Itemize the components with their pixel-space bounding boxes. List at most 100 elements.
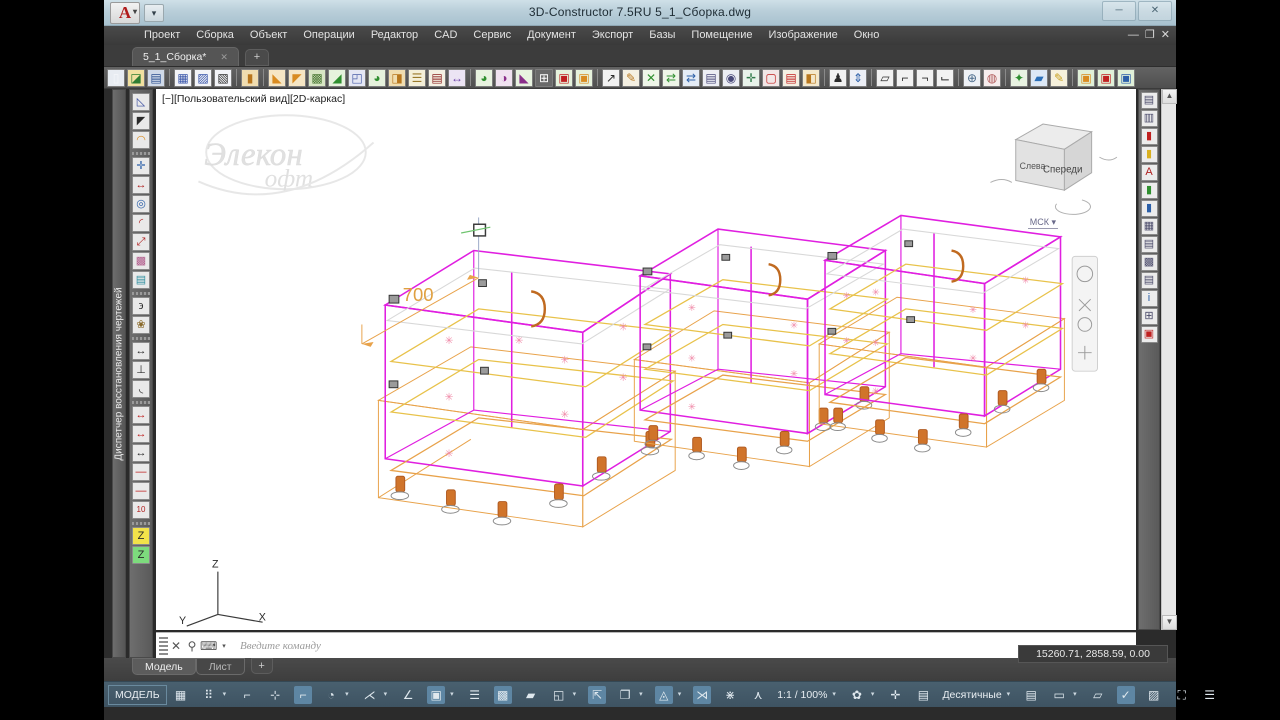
menu-item-8[interactable]: Документ — [519, 26, 584, 45]
quick-dim-1-icon[interactable]: ↔ — [132, 406, 150, 424]
doc-close-button[interactable]: ✕ — [1161, 28, 1170, 42]
chevron-down-icon[interactable]: ▾ — [869, 685, 877, 705]
render-icon[interactable]: ◍ — [983, 68, 1001, 87]
menu-item-3[interactable]: Объект — [242, 26, 295, 45]
command-input[interactable]: Введите команду — [240, 640, 321, 652]
palette-a-icon[interactable]: A — [1140, 164, 1158, 181]
chevron-down-icon[interactable]: ▾ — [1071, 685, 1079, 705]
fillet-icon[interactable]: ◟ — [132, 380, 150, 398]
otrack-toggle[interactable]: ⋌ ▾ — [356, 685, 395, 705]
menu-item-7[interactable]: Сервис — [465, 26, 519, 45]
z-green-icon[interactable]: Z — [132, 546, 150, 564]
frame-green-3-icon[interactable]: ▣ — [1117, 68, 1135, 87]
contour-b-icon[interactable]: ◤ — [288, 68, 306, 87]
tool-grid-icon[interactable]: ⊞ — [1140, 308, 1158, 325]
3d-osnap-toggle[interactable]: ◔ ▾ — [317, 685, 356, 705]
label-10-icon[interactable]: 10 — [132, 501, 150, 519]
magic-wand-icon[interactable]: ✎ — [622, 68, 640, 87]
graphics-perf-icon[interactable]: ▨ — [1140, 685, 1168, 705]
block-insert-icon[interactable]: ❀ — [132, 316, 150, 334]
save-file-icon[interactable]: ▤ — [147, 68, 165, 87]
page-icon[interactable]: ▤ — [702, 68, 720, 87]
menu-item-6[interactable]: CAD — [426, 26, 465, 45]
ucs-selector[interactable]: МСК ▾ — [1027, 217, 1058, 229]
frame-green-1-icon[interactable]: ▣ — [1077, 68, 1095, 87]
blue-cube-icon[interactable]: ▰ — [1030, 68, 1048, 87]
chevron-down-icon[interactable]: ▾ — [571, 685, 579, 705]
point-tool-icon[interactable]: ✛ — [132, 157, 150, 175]
annotation-add-icon[interactable]: ⋇ — [716, 685, 744, 705]
tool-info-icon[interactable]: i — [1140, 290, 1158, 307]
object-box-icon[interactable]: ▦ — [174, 68, 192, 87]
settings-gear-icon[interactable]: ✿ ▾ — [843, 685, 882, 705]
chevron-down-icon[interactable]: ▾ — [637, 685, 645, 705]
chevron-down-icon[interactable]: ▾ — [216, 642, 232, 650]
menu-item-13[interactable]: Окно — [846, 26, 888, 45]
hatch-tool-icon[interactable]: ▩ — [132, 252, 150, 270]
shade-flat-icon[interactable]: ◣ — [515, 68, 533, 87]
vertical-scrollbar[interactable]: ▲ ▼ — [1161, 89, 1177, 630]
object-edit-icon[interactable]: ▨ — [194, 68, 212, 87]
chevron-down-icon[interactable]: ▾ — [1005, 685, 1013, 705]
tool-props-icon[interactable]: ▦ — [1140, 218, 1158, 235]
menu-item-12[interactable]: Изображение — [761, 26, 846, 45]
palette-blue-icon[interactable]: ▮ — [1140, 200, 1158, 217]
height-icon[interactable]: ⇕ — [849, 68, 867, 87]
table-tool-icon[interactable]: ▤ — [132, 271, 150, 289]
chevron-down-icon[interactable]: ▾ — [830, 685, 838, 705]
menu-item-2[interactable]: Сборка — [188, 26, 242, 45]
units-icon[interactable]: ▤ — [909, 685, 937, 705]
tool-sheet-icon[interactable]: ▤ — [1140, 272, 1158, 289]
tool-red-icon[interactable]: ▣ — [1140, 326, 1158, 343]
door-icon[interactable]: ◨ — [388, 68, 406, 87]
report-icon[interactable]: ▤ — [428, 68, 446, 87]
panel-icon[interactable]: ▮ — [241, 68, 259, 87]
lock-ui-icon[interactable]: ✓ — [1112, 685, 1140, 705]
model-space-label[interactable]: МОДЕЛЬ — [108, 684, 167, 705]
doc-restore-button[interactable]: ❐ — [1145, 28, 1155, 42]
quick-dim-2-icon[interactable]: ↔ — [132, 425, 150, 443]
contour-a-icon[interactable]: ◣ — [268, 68, 286, 87]
menu-item-1[interactable]: Проект — [136, 26, 188, 45]
new-tab-button[interactable]: + — [244, 49, 269, 66]
prompt-icon[interactable]: ⌨ — [200, 639, 217, 653]
circle-tool-icon[interactable]: ◎ — [132, 195, 150, 213]
quick-dim-3-icon[interactable]: ↔ — [132, 444, 150, 462]
menu-item-4[interactable]: Операции — [295, 26, 362, 45]
ortho-mode-toggle[interactable]: ⌐ — [233, 685, 261, 705]
object-move-icon[interactable]: ▧ — [214, 68, 232, 87]
split-red-icon[interactable]: ▤ — [782, 68, 800, 87]
units-label[interactable]: Десятичные ▾ — [937, 685, 1017, 705]
move-cross-icon[interactable]: ✛ — [742, 68, 760, 87]
polyline-tool-icon[interactable]: ◤ — [132, 112, 150, 130]
list-rows-icon[interactable]: ☰ — [408, 68, 426, 87]
osnap-toggle[interactable]: ⌐ — [289, 685, 317, 705]
zoom-in-icon[interactable]: ⊕ — [963, 68, 981, 87]
doc-minimize-button[interactable]: — — [1128, 28, 1139, 42]
close-button[interactable]: ✕ — [1138, 1, 1172, 21]
annotation-scale-icon[interactable]: ⋊ — [688, 685, 716, 705]
polar-tracking-toggle[interactable]: ⊹ — [261, 685, 289, 705]
lineweight-toggle[interactable]: ☰ — [461, 685, 489, 705]
minimize-button[interactable]: ─ — [1102, 1, 1136, 21]
measure-width-icon[interactable]: ↔ — [132, 342, 150, 360]
line-tool-icon[interactable]: ◺ — [132, 93, 150, 111]
block-red-icon[interactable]: ▣ — [555, 68, 573, 87]
tool-amber-icon[interactable]: ◧ — [802, 68, 820, 87]
quick-properties-icon[interactable]: ▤ — [1017, 685, 1045, 705]
corner-3-icon[interactable]: ⌙ — [936, 68, 954, 87]
palette-yellow-icon[interactable]: ▮ — [1140, 146, 1158, 163]
ducs-toggle[interactable]: ∠ — [394, 685, 422, 705]
scroll-down-icon[interactable]: ▼ — [1162, 615, 1177, 630]
paint-icon[interactable]: ✦ — [1010, 68, 1028, 87]
tool-layers-icon[interactable]: ▤ — [1140, 236, 1158, 253]
drawing-recovery-manager-strip[interactable]: Диспетчер восстановления чертежей — [112, 89, 126, 658]
tab-model[interactable]: Модель — [132, 658, 196, 675]
measure-edge-icon[interactable]: ⊥ — [132, 361, 150, 379]
add-layout-button[interactable]: + — [250, 658, 273, 674]
document-tab-1[interactable]: 5_1_Сборка* ✕ — [132, 47, 239, 66]
menu-item-10[interactable]: Базы — [641, 26, 683, 45]
cube-wire-icon[interactable]: ▱ — [876, 68, 894, 87]
section-icon[interactable]: ✕ — [642, 68, 660, 87]
green-arc-icon[interactable]: ◕ — [368, 68, 386, 87]
